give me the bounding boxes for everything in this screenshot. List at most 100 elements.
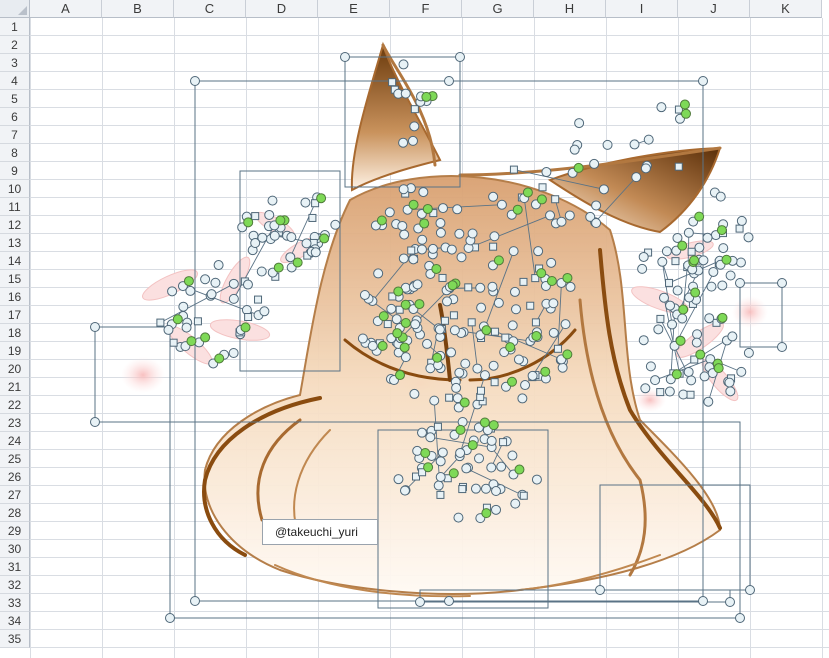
resize-handle[interactable] (546, 257, 557, 268)
adjustment-handle[interactable] (392, 328, 403, 339)
resize-handle[interactable] (638, 335, 649, 346)
resize-handle[interactable] (251, 212, 260, 221)
resize-handle[interactable] (167, 286, 178, 297)
adjustment-handle[interactable] (721, 254, 732, 265)
resize-handle[interactable] (717, 280, 728, 291)
frame-handle[interactable] (455, 52, 465, 62)
resize-handle[interactable] (256, 266, 267, 277)
resize-handle[interactable] (683, 366, 694, 377)
resize-handle[interactable] (725, 270, 736, 281)
adjustment-handle[interactable] (514, 464, 525, 475)
resize-handle[interactable] (398, 184, 409, 195)
resize-handle[interactable] (409, 388, 420, 399)
resize-handle[interactable] (650, 375, 661, 386)
resize-handle[interactable] (310, 247, 321, 258)
frame-handle[interactable] (444, 596, 454, 606)
resize-handle[interactable] (490, 378, 499, 387)
resize-handle[interactable] (300, 197, 311, 208)
resize-handle[interactable] (602, 139, 613, 150)
adjustment-handle[interactable] (562, 349, 573, 360)
resize-handle[interactable] (672, 285, 683, 296)
resize-handle[interactable] (461, 463, 472, 474)
resize-handle[interactable] (418, 187, 429, 198)
resize-handle[interactable] (589, 158, 600, 169)
resize-handle[interactable] (442, 296, 453, 307)
resize-handle[interactable] (181, 322, 192, 333)
adjustment-handle[interactable] (531, 331, 542, 342)
resize-handle[interactable] (686, 390, 695, 399)
adjustment-handle[interactable] (447, 280, 458, 291)
resize-handle[interactable] (507, 320, 518, 331)
resize-handle[interactable] (727, 331, 738, 342)
adjustment-handle[interactable] (694, 211, 705, 222)
resize-handle[interactable] (704, 313, 715, 324)
resize-handle[interactable] (640, 383, 651, 394)
adjustment-handle[interactable] (448, 468, 459, 479)
resize-handle[interactable] (510, 304, 521, 315)
resize-handle[interactable] (491, 504, 501, 515)
resize-handle[interactable] (643, 134, 654, 145)
frame-handle[interactable] (745, 585, 755, 595)
frame-handle[interactable] (444, 76, 454, 86)
resize-handle[interactable] (486, 462, 497, 473)
resize-handle[interactable] (185, 285, 196, 296)
resize-handle[interactable] (383, 320, 392, 329)
adjustment-handle[interactable] (467, 440, 478, 451)
adjustment-handle[interactable] (546, 275, 557, 286)
frame-handle[interactable] (190, 596, 200, 606)
resize-handle[interactable] (743, 232, 754, 243)
resize-handle[interactable] (467, 228, 478, 239)
resize-handle[interactable] (388, 78, 397, 87)
resize-handle[interactable] (438, 273, 447, 282)
resize-handle[interactable] (519, 277, 528, 286)
adjustment-handle[interactable] (512, 204, 523, 215)
resize-handle[interactable] (736, 215, 747, 226)
resize-handle[interactable] (169, 338, 178, 347)
adjustment-handle[interactable] (422, 203, 433, 214)
resize-handle[interactable] (509, 165, 518, 174)
resize-handle[interactable] (367, 340, 378, 351)
adjustment-handle[interactable] (536, 268, 547, 279)
frame-handle[interactable] (735, 278, 745, 288)
resize-handle[interactable] (408, 254, 419, 265)
resize-handle[interactable] (440, 316, 449, 325)
resize-handle[interactable] (508, 246, 519, 257)
resize-handle[interactable] (743, 347, 754, 358)
resize-handle[interactable] (472, 363, 483, 374)
adjustment-handle[interactable] (319, 233, 330, 244)
resize-handle[interactable] (435, 218, 446, 229)
resize-handle[interactable] (412, 279, 423, 290)
frame-handle[interactable] (735, 613, 745, 623)
resize-handle[interactable] (686, 375, 697, 386)
adjustment-handle[interactable] (408, 199, 419, 210)
resize-handle[interactable] (416, 244, 427, 255)
resize-handle[interactable] (724, 377, 735, 388)
resize-handle[interactable] (560, 319, 571, 330)
adjustment-handle[interactable] (479, 417, 490, 428)
resize-handle[interactable] (449, 325, 460, 336)
adjustment-handle[interactable] (459, 397, 470, 408)
adjustment-handle[interactable] (292, 257, 303, 268)
frame-handle[interactable] (340, 52, 350, 62)
adjustment-handle[interactable] (680, 108, 691, 119)
frame-handle[interactable] (415, 597, 425, 607)
resize-handle[interactable] (429, 395, 440, 406)
resize-handle[interactable] (538, 183, 547, 192)
resize-handle[interactable] (213, 260, 224, 271)
resize-handle[interactable] (456, 252, 467, 263)
resize-handle[interactable] (490, 327, 499, 336)
resize-handle[interactable] (407, 135, 418, 146)
resize-handle[interactable] (565, 281, 576, 292)
resize-handle[interactable] (513, 354, 524, 365)
resize-handle[interactable] (533, 246, 544, 257)
resize-handle[interactable] (437, 203, 448, 214)
adjustment-handle[interactable] (573, 162, 584, 173)
resize-handle[interactable] (269, 230, 280, 241)
resize-handle[interactable] (702, 232, 713, 243)
adjustment-handle[interactable] (243, 217, 254, 228)
adjustment-handle[interactable] (695, 349, 706, 360)
resize-handle[interactable] (454, 367, 465, 378)
adjustment-handle[interactable] (214, 353, 225, 364)
adjustment-handle[interactable] (432, 352, 443, 363)
adjustment-handle[interactable] (689, 255, 700, 266)
